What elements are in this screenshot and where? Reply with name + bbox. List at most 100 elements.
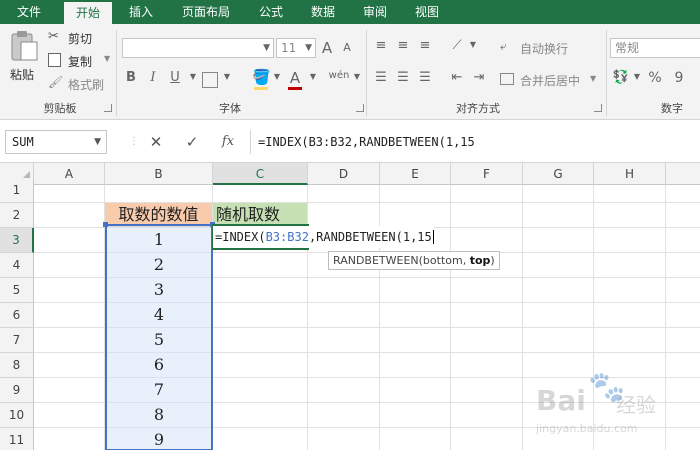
cell-b7[interactable]: 5 bbox=[105, 328, 213, 352]
chevron-down-icon[interactable]: ▼ bbox=[348, 72, 366, 81]
decrease-indent-icon[interactable]: ⇤ bbox=[448, 70, 466, 85]
merge-center-button[interactable]: 合并后居中 ▼ bbox=[498, 70, 608, 90]
formula-range-ref: B3:B32 bbox=[265, 230, 309, 244]
column-header-i[interactable] bbox=[666, 163, 700, 185]
font-size-combo[interactable]: 11 ▼ bbox=[276, 38, 316, 58]
row-header-2[interactable]: 2 bbox=[0, 203, 34, 228]
column-header-f[interactable]: F bbox=[451, 163, 523, 185]
column-header-e[interactable]: E bbox=[380, 163, 451, 185]
column-header-c[interactable]: C bbox=[213, 163, 308, 185]
tooltip-function: RANDBETWEEN(bottom, bbox=[333, 254, 470, 267]
tab-page-layout[interactable]: 页面布局 bbox=[168, 0, 244, 24]
cell-b3[interactable]: 1 bbox=[105, 228, 213, 252]
shrink-font-icon[interactable]: A bbox=[338, 41, 356, 54]
font-color-swatch bbox=[288, 87, 302, 90]
formula-bar: SUM ▼ ⋮ ✕ ✓ fx =INDEX(B3:B32,RANDBETWEEN… bbox=[0, 128, 700, 156]
column-header-g[interactable]: G bbox=[523, 163, 594, 185]
watermark-text: 经验 bbox=[616, 393, 656, 417]
font-launcher-icon[interactable] bbox=[356, 104, 364, 112]
chevron-down-icon[interactable]: ▼ bbox=[268, 72, 286, 81]
copy-button[interactable]: 复制 ▼ bbox=[48, 52, 114, 70]
chevron-down-icon: ▼ bbox=[305, 43, 312, 53]
fill-color-swatch bbox=[254, 87, 268, 90]
gridline bbox=[450, 185, 451, 450]
gridline bbox=[522, 185, 523, 450]
cut-button[interactable]: ✂ 剪切 bbox=[48, 29, 108, 47]
tab-formulas[interactable]: 公式 bbox=[248, 0, 294, 24]
cell-b8[interactable]: 6 bbox=[105, 353, 213, 377]
cell-b4[interactable]: 2 bbox=[105, 253, 213, 277]
chevron-down-icon[interactable]: ▼ bbox=[464, 40, 482, 49]
cell-b5[interactable]: 3 bbox=[105, 278, 213, 302]
format-painter-label: 格式刷 bbox=[68, 78, 105, 92]
chevron-down-icon[interactable]: ▼ bbox=[628, 72, 646, 81]
cell-b9[interactable]: 7 bbox=[105, 378, 213, 402]
align-left-icon[interactable]: ☰ bbox=[372, 70, 390, 85]
paintbrush-icon: 🖌 bbox=[48, 75, 64, 89]
number-format-value: 常规 bbox=[615, 41, 640, 55]
column-header-h[interactable]: H bbox=[594, 163, 666, 185]
name-box[interactable]: SUM ▼ bbox=[5, 130, 107, 154]
formula-input[interactable]: =INDEX(B3:B32,RANDBETWEEN(1,15 bbox=[250, 130, 700, 154]
column-header-a[interactable]: A bbox=[34, 163, 105, 185]
row-header-4[interactable]: 4 bbox=[0, 253, 34, 278]
chevron-down-icon[interactable]: ▼ bbox=[590, 74, 596, 83]
formula-suffix: ,RANDBETWEEN(1,15 bbox=[308, 230, 432, 244]
bold-button[interactable]: B bbox=[122, 70, 140, 85]
tab-file[interactable]: 文件 bbox=[0, 0, 58, 24]
row-header-11[interactable]: 11 bbox=[0, 428, 34, 450]
align-right-icon[interactable]: ☰ bbox=[416, 70, 434, 85]
range-handle[interactable] bbox=[103, 222, 108, 227]
cell-edit-formula[interactable]: =INDEX(B3:B32,RANDBETWEEN(1,15 bbox=[213, 226, 434, 248]
insert-function-icon[interactable]: fx bbox=[218, 132, 238, 152]
row-header-1[interactable]: 1 bbox=[0, 178, 34, 203]
row-header-10[interactable]: 10 bbox=[0, 403, 34, 428]
paste-button[interactable]: 粘贴 bbox=[6, 28, 42, 90]
chevron-down-icon[interactable]: ▼ bbox=[184, 72, 202, 81]
tab-review[interactable]: 审阅 bbox=[352, 0, 398, 24]
column-header-d[interactable]: D bbox=[308, 163, 380, 185]
formula-prefix: =INDEX( bbox=[215, 230, 266, 244]
copy-dropdown-icon[interactable]: ▼ bbox=[104, 54, 110, 63]
row-header-9[interactable]: 9 bbox=[0, 378, 34, 403]
increase-indent-icon[interactable]: ⇥ bbox=[470, 70, 488, 85]
number-format-combo[interactable]: 常规 bbox=[610, 38, 700, 58]
cell-b11[interactable]: 9 bbox=[105, 428, 213, 450]
row-header-8[interactable]: 8 bbox=[0, 353, 34, 378]
italic-button[interactable]: I bbox=[144, 70, 162, 85]
tab-insert[interactable]: 插入 bbox=[118, 0, 164, 24]
wrap-text-button[interactable]: ⤶ 自动换行 bbox=[498, 38, 598, 58]
font-name-combo[interactable]: ▼ bbox=[122, 38, 274, 58]
align-center-icon[interactable]: ☰ bbox=[394, 70, 412, 85]
row-header-3[interactable]: 3 bbox=[0, 228, 34, 253]
cell-b10[interactable]: 8 bbox=[105, 403, 213, 427]
comma-style-button[interactable]: 9 bbox=[670, 70, 688, 86]
cancel-icon[interactable]: ✕ bbox=[146, 132, 166, 152]
tab-data[interactable]: 数据 bbox=[300, 0, 346, 24]
align-bottom-icon[interactable]: ≡ bbox=[416, 38, 434, 53]
tab-home[interactable]: 开始 bbox=[64, 2, 112, 24]
row-header-7[interactable]: 7 bbox=[0, 328, 34, 353]
align-middle-icon[interactable]: ≡ bbox=[394, 38, 412, 53]
alignment-launcher-icon[interactable] bbox=[594, 104, 602, 112]
column-header-b[interactable]: B bbox=[105, 163, 213, 185]
percent-button[interactable]: % bbox=[646, 70, 664, 86]
chevron-down-icon[interactable]: ▼ bbox=[218, 72, 236, 81]
cell-b6[interactable]: 4 bbox=[105, 303, 213, 327]
row-header-5[interactable]: 5 bbox=[0, 278, 34, 303]
resize-handle-icon[interactable]: ⋮ bbox=[124, 132, 144, 152]
underline-button[interactable]: U bbox=[166, 70, 184, 85]
row-header-6[interactable]: 6 bbox=[0, 303, 34, 328]
chevron-down-icon[interactable]: ▼ bbox=[304, 72, 322, 81]
align-top-icon[interactable]: ≡ bbox=[372, 38, 390, 53]
enter-icon[interactable]: ✓ bbox=[182, 132, 202, 152]
merge-icon bbox=[500, 73, 514, 85]
format-painter-button[interactable]: 🖌 格式刷 bbox=[48, 75, 114, 93]
grow-font-icon[interactable]: A bbox=[318, 39, 336, 57]
font-color-icon[interactable]: A bbox=[286, 69, 304, 87]
tab-view[interactable]: 视图 bbox=[404, 0, 450, 24]
chevron-down-icon[interactable]: ▼ bbox=[94, 131, 101, 153]
clipboard-launcher-icon[interactable] bbox=[104, 104, 112, 112]
borders-icon[interactable] bbox=[202, 72, 218, 88]
function-argument-tooltip[interactable]: RANDBETWEEN(bottom, top) bbox=[328, 251, 500, 270]
